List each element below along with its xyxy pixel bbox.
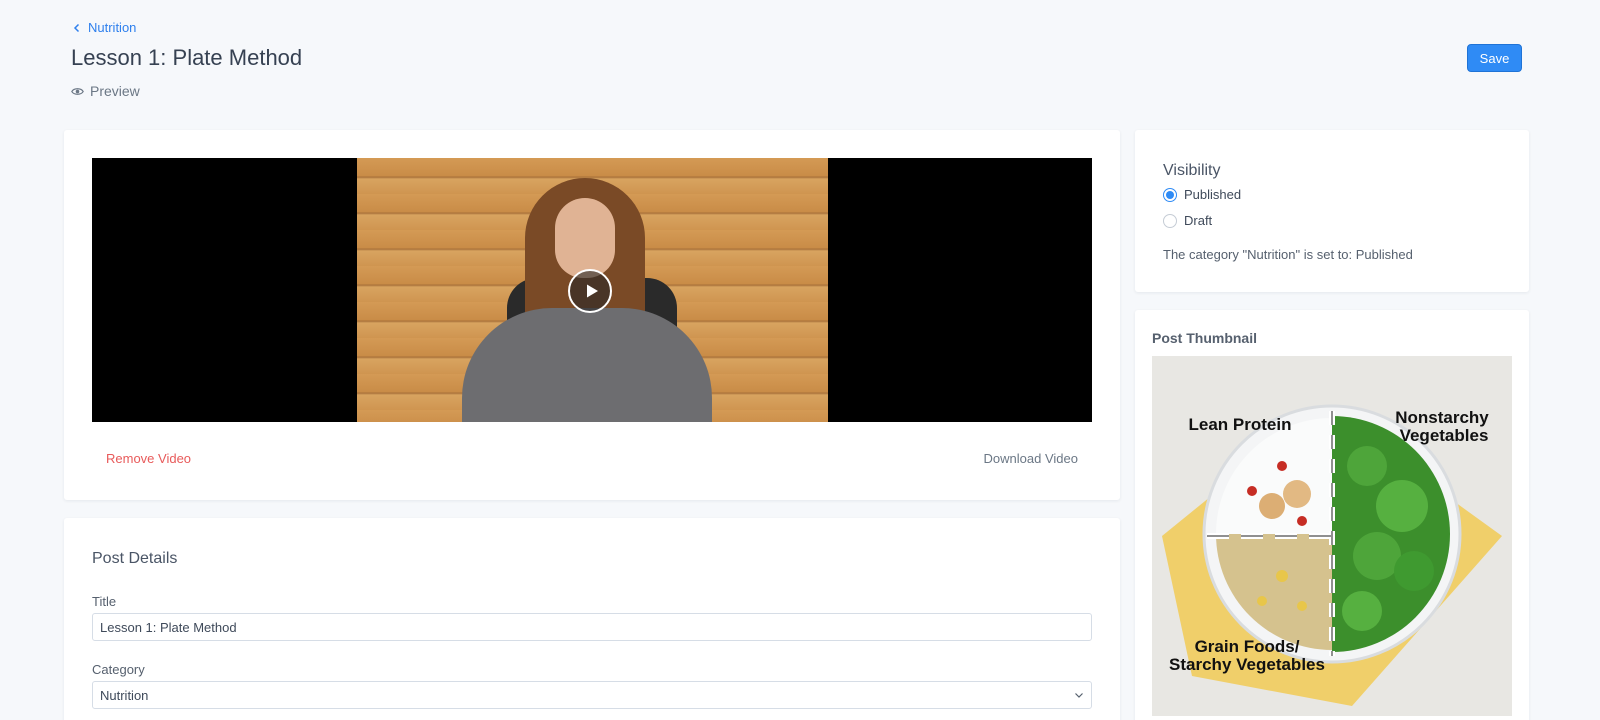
visibility-card: Visibility Published Draft The category … (1135, 130, 1529, 292)
eye-icon (71, 87, 84, 95)
chevron-down-icon (1075, 693, 1083, 698)
broccoli-3 (1353, 532, 1401, 580)
corn-2 (1297, 601, 1307, 611)
corn-1 (1276, 570, 1288, 582)
label-grain-1: Grain Foods/ (1195, 637, 1300, 656)
video-card: Remove Video Download Video (64, 130, 1120, 500)
label-grain-2: Starchy Vegetables (1169, 655, 1325, 674)
corn-3 (1257, 596, 1267, 606)
broccoli-5 (1342, 591, 1382, 631)
category-visibility-status: The category "Nutrition" is set to: Publ… (1163, 247, 1413, 262)
remove-video-button[interactable]: Remove Video (106, 451, 191, 466)
title-input[interactable] (92, 613, 1092, 641)
tomato-2 (1247, 486, 1257, 496)
post-details-heading: Post Details (92, 550, 178, 567)
scallop-2 (1259, 493, 1285, 519)
label-nonstarchy-2: Vegetables (1400, 426, 1489, 445)
preview-label: Preview (90, 83, 140, 99)
video-player[interactable] (92, 158, 1092, 422)
post-thumbnail-image[interactable]: Lean Protein Nonstarchy Vegetables Grain… (1152, 356, 1512, 716)
post-details-card: Post Details Title Category Nutrition (64, 518, 1120, 720)
category-select[interactable]: Nutrition (92, 681, 1092, 709)
title-label: Title (92, 594, 117, 609)
scallop-1 (1283, 480, 1311, 508)
download-video-button[interactable]: Download Video (984, 451, 1078, 466)
save-button[interactable]: Save (1467, 44, 1522, 72)
category-selected-value: Nutrition (100, 687, 149, 703)
video-person-body (462, 308, 712, 422)
label-lean-protein: Lean Protein (1189, 415, 1292, 434)
play-icon (586, 284, 598, 298)
category-label: Category (92, 662, 145, 677)
tomato-3 (1297, 516, 1307, 526)
preview-link[interactable]: Preview (71, 83, 140, 99)
radio-published-circle[interactable] (1163, 187, 1177, 202)
video-person-face (555, 198, 615, 278)
broccoli-1 (1347, 446, 1387, 486)
play-button[interactable] (568, 269, 612, 313)
chevron-left-icon (73, 23, 80, 32)
label-nonstarchy-1: Nonstarchy (1395, 408, 1489, 427)
radio-published-label: Published (1184, 187, 1242, 202)
post-thumbnail-card: Post Thumbnail Lean Protein Nonstarchy V… (1135, 310, 1529, 720)
broccoli-4 (1394, 551, 1434, 591)
page-title: Lesson 1: Plate Method (71, 45, 303, 70)
radio-published[interactable]: Published (1163, 187, 1241, 202)
broccoli-2 (1376, 480, 1428, 532)
visibility-heading: Visibility (1163, 162, 1221, 179)
radio-draft-label: Draft (1184, 213, 1213, 228)
breadcrumb-back-link[interactable]: Nutrition (72, 20, 136, 35)
breadcrumb-label: Nutrition (88, 20, 137, 35)
radio-draft[interactable]: Draft (1163, 213, 1212, 228)
tomato-1 (1277, 461, 1287, 471)
radio-draft-circle[interactable] (1163, 213, 1177, 228)
plate-method-illustration: Lean Protein Nonstarchy Vegetables Grain… (1152, 356, 1512, 716)
post-thumbnail-heading: Post Thumbnail (1152, 330, 1257, 346)
